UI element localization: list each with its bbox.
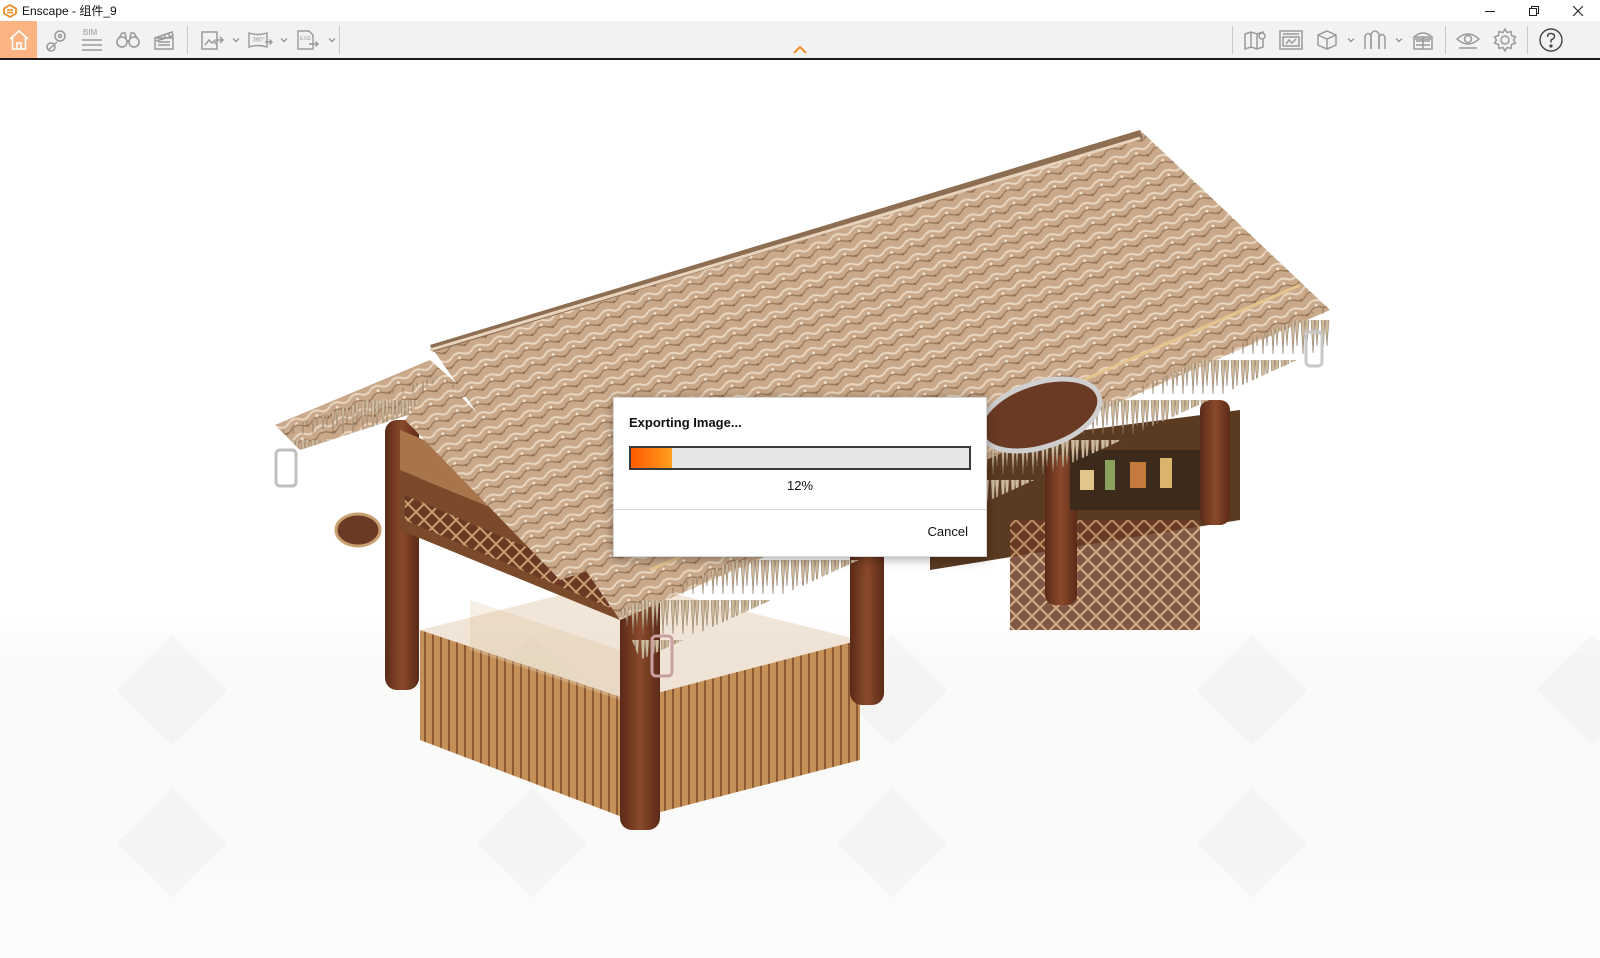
bim-button[interactable]: BIM <box>74 21 110 58</box>
view-settings-button[interactable] <box>1309 21 1345 58</box>
materials-icon <box>1364 29 1386 49</box>
home-button[interactable] <box>0 21 37 58</box>
minimize-button[interactable] <box>1468 0 1512 21</box>
asset-library-button[interactable] <box>1405 21 1441 58</box>
main-toolbar: BIM 360° EXE <box>0 21 1600 60</box>
views-button[interactable] <box>38 21 74 58</box>
exe-export-icon: EXE <box>297 29 319 50</box>
bim-icon: BIM <box>82 28 102 51</box>
eye-icon <box>1455 32 1481 49</box>
enscape-logo-icon <box>3 3 17 18</box>
panorama-360-icon: 360° <box>248 31 273 48</box>
minimize-icon <box>1485 10 1495 12</box>
close-button[interactable] <box>1556 0 1600 21</box>
export-progress-bar <box>629 446 971 470</box>
material-editor-button[interactable] <box>1357 21 1393 58</box>
capture-button[interactable] <box>1273 21 1309 58</box>
chevron-down-icon[interactable] <box>280 36 288 44</box>
clapperboard-icon <box>154 30 174 50</box>
binoculars-icon <box>116 31 140 48</box>
visual-settings-button[interactable] <box>1450 21 1486 58</box>
asset-library-icon <box>1412 31 1434 50</box>
close-icon <box>1573 5 1583 16</box>
svg-text:EXE: EXE <box>300 36 311 42</box>
chevron-down-icon[interactable] <box>328 36 336 44</box>
chevron-down-icon[interactable] <box>1395 36 1403 44</box>
restore-icon <box>1529 5 1539 16</box>
map-pin-icon <box>46 29 66 52</box>
gear-icon <box>1493 26 1517 53</box>
svg-text:360°: 360° <box>253 37 266 43</box>
help-button[interactable] <box>1533 21 1569 58</box>
window-title: Enscape - 组件_9 <box>22 4 117 18</box>
progress-fill <box>631 448 672 468</box>
screen-capture-icon <box>1279 29 1303 50</box>
image-export-icon <box>201 30 225 50</box>
cube-icon <box>1317 29 1337 50</box>
svg-text:BIM: BIM <box>83 28 98 37</box>
map-button[interactable] <box>1237 21 1273 58</box>
help-icon <box>1539 27 1563 52</box>
settings-button[interactable] <box>1487 21 1523 58</box>
collapse-toolbar-icon[interactable] <box>792 44 808 56</box>
dialog-title: Exporting Image... <box>629 415 742 430</box>
screenshot-button[interactable] <box>194 21 230 58</box>
dialog-divider <box>614 509 986 510</box>
exe-export-button[interactable]: EXE <box>290 21 326 58</box>
walk-mode-button[interactable] <box>110 21 146 58</box>
chevron-down-icon[interactable] <box>232 36 240 44</box>
export-progress-dialog: Exporting Image... 12% Cancel <box>613 397 987 557</box>
home-icon <box>8 29 29 50</box>
video-editor-button[interactable] <box>146 21 182 58</box>
panorama-button[interactable]: 360° <box>242 21 278 58</box>
cancel-button[interactable]: Cancel <box>928 524 968 539</box>
progress-percent: 12% <box>786 478 814 493</box>
map-icon <box>1244 30 1266 50</box>
chevron-down-icon[interactable] <box>1347 36 1355 44</box>
restore-button[interactable] <box>1512 0 1556 21</box>
title-bar: Enscape - 组件_9 <box>0 0 1600 21</box>
